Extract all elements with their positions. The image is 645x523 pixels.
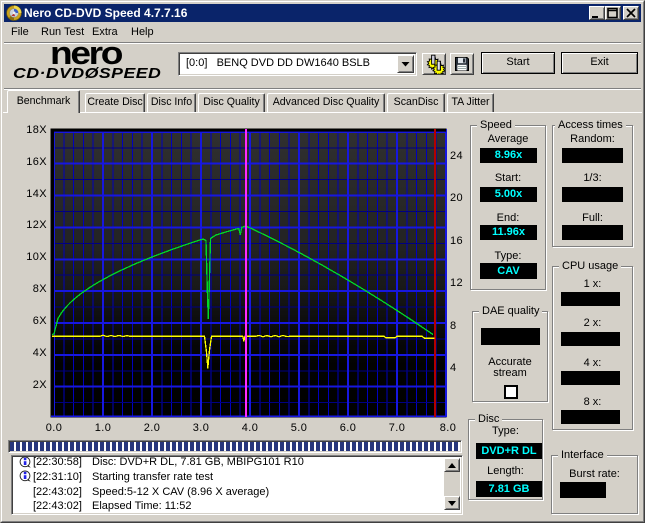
svg-text:5.0: 5.0 — [291, 422, 308, 434]
svg-text:12X: 12X — [26, 219, 47, 231]
svg-text:8X: 8X — [33, 283, 48, 295]
svg-text:0.0: 0.0 — [46, 422, 63, 434]
svg-text:12: 12 — [450, 277, 463, 289]
svg-text:2X: 2X — [33, 379, 48, 391]
svg-text:4.0: 4.0 — [242, 422, 259, 434]
svg-text:24: 24 — [450, 150, 463, 162]
svg-text:18X: 18X — [26, 124, 47, 136]
svg-text:16X: 16X — [26, 156, 47, 168]
svg-text:6X: 6X — [33, 315, 48, 327]
svg-text:7.0: 7.0 — [389, 422, 406, 434]
svg-text:1.0: 1.0 — [95, 422, 112, 434]
svg-text:10X: 10X — [26, 251, 47, 263]
svg-text:14X: 14X — [26, 188, 47, 200]
svg-text:8: 8 — [450, 320, 457, 332]
svg-text:16: 16 — [450, 235, 463, 247]
svg-text:20: 20 — [450, 192, 463, 204]
svg-text:3.0: 3.0 — [193, 422, 210, 434]
svg-text:4: 4 — [450, 362, 457, 374]
svg-text:4X: 4X — [33, 347, 48, 359]
svg-text:6.0: 6.0 — [340, 422, 357, 434]
svg-text:8.0: 8.0 — [440, 422, 457, 434]
svg-text:2.0: 2.0 — [144, 422, 161, 434]
